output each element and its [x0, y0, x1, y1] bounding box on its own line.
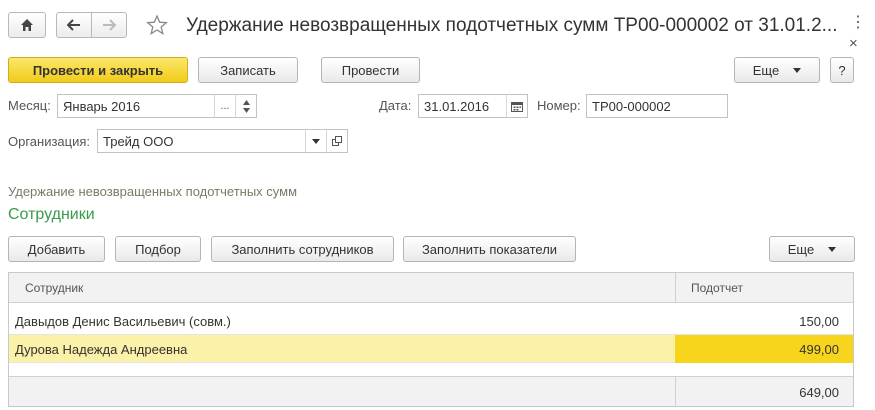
column-header-employee[interactable]: Сотрудник	[25, 273, 83, 303]
employee-cell: Дурова Надежда Андреевна	[15, 341, 188, 357]
chevron-down-icon	[312, 138, 320, 144]
table-row[interactable]: Давыдов Денис Васильевич (совм.) 150,00	[9, 307, 853, 335]
save-button[interactable]: Записать	[198, 57, 298, 83]
number-field[interactable]: ТР00-000002	[586, 94, 728, 118]
forward-button[interactable]	[91, 12, 127, 38]
number-label: Номер:	[537, 98, 581, 113]
amount-cell: 499,00	[675, 335, 853, 363]
stepper-down-icon	[242, 107, 250, 113]
column-header-amount[interactable]: Подотчет	[691, 273, 743, 303]
back-button[interactable]	[56, 12, 92, 38]
home-button[interactable]	[8, 12, 46, 38]
add-button[interactable]: Добавить	[8, 236, 105, 262]
page-title: Удержание невозвращенных подотчетных сум…	[186, 15, 838, 36]
table-row-selected[interactable]: Дурова Надежда Андреевна 499,00	[9, 335, 853, 363]
table-more-button[interactable]: Еще	[769, 236, 855, 262]
organization-field[interactable]: Трейд ООО	[97, 129, 306, 153]
favorite-star-icon[interactable]	[146, 14, 168, 39]
employees-group-title: Сотрудники	[8, 206, 95, 223]
fill-employees-button[interactable]: Заполнить сотрудников	[211, 236, 394, 262]
month-value: Январь 2016	[63, 98, 141, 114]
month-label: Месяц:	[8, 98, 51, 113]
chevron-down-icon	[828, 246, 837, 252]
table-more-label: Еще	[787, 241, 815, 257]
section-caption: Удержание невозвращенных подотчетных сум…	[8, 184, 298, 199]
organization-value: Трейд ООО	[103, 133, 174, 149]
select-button[interactable]: Подбор	[115, 236, 201, 262]
home-icon	[21, 19, 33, 31]
amount-cell: 150,00	[799, 313, 839, 329]
more-button[interactable]: Еще	[734, 57, 820, 83]
month-field[interactable]: Январь 2016	[57, 94, 215, 118]
stepper-up-icon	[242, 99, 250, 105]
open-link-icon	[331, 135, 342, 146]
kebab-icon[interactable]: ⋮	[850, 15, 866, 31]
arrow-right-icon	[103, 19, 116, 31]
post-and-close-button[interactable]: Провести и закрыть	[8, 57, 188, 83]
close-icon[interactable]: ×	[849, 36, 858, 52]
organization-dropdown-button[interactable]	[305, 129, 327, 153]
month-select-button[interactable]: ...	[214, 94, 236, 118]
post-button[interactable]: Провести	[321, 57, 420, 83]
date-field[interactable]: 31.01.2016	[418, 94, 507, 118]
date-label: Дата:	[379, 98, 412, 113]
employees-table[interactable]: Сотрудник Подотчет Давыдов Денис Василье…	[8, 272, 854, 407]
table-header: Сотрудник Подотчет	[9, 273, 853, 303]
date-value: 31.01.2016	[424, 98, 490, 114]
organization-open-button[interactable]	[326, 129, 348, 153]
arrow-left-icon	[67, 19, 80, 31]
chevron-down-icon	[793, 67, 802, 73]
calendar-button[interactable]	[506, 94, 528, 118]
more-label: Еще	[752, 62, 780, 78]
total-cell: 649,00	[799, 384, 839, 400]
calendar-icon	[511, 101, 523, 112]
organization-label: Организация:	[8, 134, 91, 149]
number-value: ТР00-000002	[592, 98, 671, 114]
month-stepper[interactable]	[235, 94, 257, 118]
column-divider	[675, 273, 676, 303]
fill-indicators-button[interactable]: Заполнить показатели	[403, 236, 576, 262]
employee-cell: Давыдов Денис Васильевич (совм.)	[15, 313, 231, 329]
table-footer: 649,00	[9, 376, 853, 407]
help-button[interactable]: ?	[830, 57, 854, 83]
